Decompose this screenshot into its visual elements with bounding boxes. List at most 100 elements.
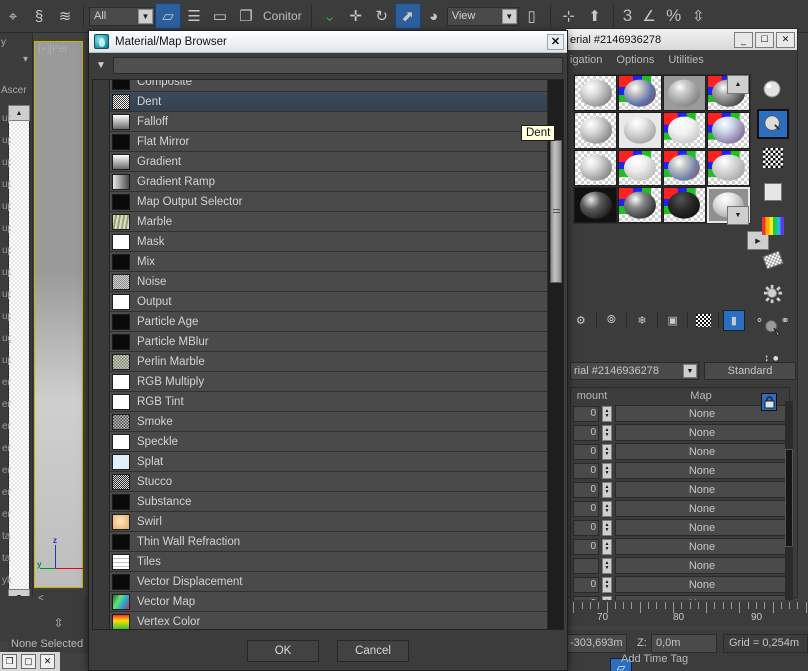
close-icon-dialog[interactable]: ✕ [547,33,564,50]
map-amount-field[interactable]: 0 [573,405,599,422]
map-amount-field[interactable]: 0 [573,538,599,555]
align-icon[interactable]: ⊹ [556,3,582,29]
map-button[interactable]: None [615,519,789,536]
list-item[interactable]: Stucco [110,472,547,492]
options-icon[interactable] [757,279,789,309]
material-editor-titlebar[interactable]: erial #2146936278 _ ☐ ✕ [566,29,797,50]
sample-slot[interactable] [618,186,662,223]
select-rotate-icon[interactable]: ↻ [369,3,395,29]
backlight-icon[interactable] [757,109,789,139]
map-amount-field[interactable]: 0 [573,443,599,460]
list-item[interactable]: Substance [110,492,547,512]
list-item[interactable]: Tiles [110,552,547,572]
spinner-icon[interactable]: ▲▼ [602,405,612,422]
sample-slot[interactable] [618,112,662,149]
window-crossing-icon[interactable]: ❐ [233,3,259,29]
close-icon-2[interactable]: ✕ [40,654,55,669]
sample-slot[interactable] [662,112,706,149]
chevron-down-icon-panel[interactable]: ▾ [0,54,32,71]
sample-slot[interactable] [574,149,618,186]
map-button[interactable]: None [615,557,789,574]
sample-slot[interactable] [662,186,706,223]
selection-filter-dropdown[interactable]: All ▼ [89,6,155,26]
go-forward-to-sibling-icon[interactable]: ⚭ [774,310,796,331]
search-input[interactable] [113,57,563,74]
sample-slot[interactable] [574,186,618,223]
use-pivot-point-icon[interactable]: ▯ [519,3,545,29]
map-amount-field[interactable]: 0 [573,500,599,517]
select-object-icon[interactable]: ▱ [155,3,181,29]
slot-scroll-down-button[interactable]: ▼ [727,206,749,225]
background-checker-icon[interactable] [757,143,789,173]
sample-slot[interactable] [706,112,750,149]
angle-snap-toggle-icon[interactable]: ∠ [636,3,662,29]
reference-coordinate-dropdown[interactable]: View ▼ [446,6,519,26]
sample-slot[interactable] [618,75,662,112]
list-item[interactable]: Thin Wall Refraction [110,532,547,552]
list-item[interactable]: Gradient Ramp [110,172,547,192]
chevron-down-icon-material[interactable]: ▼ [683,364,697,378]
list-item[interactable]: RGB Multiply [110,372,547,392]
make-unique-icon[interactable]: ⚙ [570,310,592,331]
map-amount-field[interactable]: 0 [573,424,599,441]
map-list[interactable]: Composite Dent Falloff Flat Mirror Gradient G… [110,80,547,629]
list-item[interactable]: Noise [110,272,547,292]
scrollbar-thumb[interactable] [550,140,562,284]
list-item[interactable]: Splat [110,452,547,472]
sample-slot[interactable] [706,149,750,186]
dialog-titlebar[interactable]: Material/Map Browser ✕ [89,31,567,53]
maps-scrollbar[interactable] [785,401,793,611]
spinner-icon[interactable]: ▲▼ [602,576,612,593]
make-preview-icon[interactable] [757,245,789,275]
lock-icon[interactable] [761,393,777,411]
list-item[interactable]: Particle Age [110,312,547,332]
sample-type-icon[interactable] [757,75,789,105]
list-item[interactable]: Composite [110,80,547,92]
minimize-icon[interactable]: _ [734,31,753,48]
chevron-down-icon-2[interactable]: ▼ [501,8,517,24]
go-to-parent-icon[interactable]: ⚬ [749,310,771,331]
show-map-in-viewport-icon[interactable] [692,310,714,331]
mirror-icon[interactable]: ⬆ [582,3,608,29]
list-item[interactable]: Output [110,292,547,312]
list-item[interactable]: Smoke [110,412,547,432]
chevron-down-icon[interactable]: ▼ [138,8,153,24]
list-item[interactable]: Vector Displacement [110,572,547,592]
move-gizmo-icon[interactable]: ✛ [343,3,369,29]
menu-options[interactable]: Options [616,54,654,66]
angle-snap-icon[interactable]: § [26,3,52,29]
list-item[interactable]: Marble [110,212,547,232]
restore-icon[interactable]: ❐ [2,654,17,669]
track-bar-icon[interactable]: ⇳ [34,610,83,636]
list-item[interactable]: RGB Tint [110,392,547,412]
sample-slots-grid[interactable] [573,74,751,224]
slot-scroll-up-button[interactable]: ▲ [727,75,749,94]
percent-snap-icon[interactable]: ≋ [52,3,78,29]
sample-slot[interactable] [662,75,706,112]
timeline-ruler[interactable]: 70 80 90 [565,600,808,626]
x-coordinate-field[interactable]: -303,693m [565,634,627,653]
show-shaded-material-icon[interactable]: ▮ [723,309,745,331]
map-amount-field[interactable]: 0 [573,519,599,536]
sample-slot[interactable] [618,149,662,186]
show-end-result-icon[interactable]: ▣ [662,310,684,331]
add-time-tag-label[interactable]: Add Time Tag [621,653,688,665]
menu-utilities[interactable]: Utilities [668,54,703,66]
filter-arrow-icon[interactable]: ▼ [92,57,110,75]
put-to-library-icon[interactable]: ⦾ [601,310,623,331]
spinner-snap-icon[interactable]: ⇳ [685,3,711,29]
spinner-icon[interactable]: ▲▼ [602,500,612,517]
menu-navigation[interactable]: igation [570,54,602,66]
material-name-field[interactable]: rial #2146936278 ▼ [570,362,699,380]
list-item-selected[interactable]: Dent [110,92,547,112]
z-coordinate-field[interactable]: 0,0m [651,634,717,653]
list-item[interactable]: Falloff [110,112,547,132]
list-item[interactable]: Vertex Color [110,612,547,629]
viewport-prev-button[interactable]: < [34,590,83,608]
spinner-icon[interactable]: ▲▼ [602,481,612,498]
list-item[interactable]: Mask [110,232,547,252]
list-item[interactable]: Perlin Marble [110,352,547,372]
map-button[interactable]: None [615,500,789,517]
perspective-viewport[interactable]: [+][Per z y [34,41,84,588]
maximize-icon[interactable]: ☐ [755,31,774,48]
